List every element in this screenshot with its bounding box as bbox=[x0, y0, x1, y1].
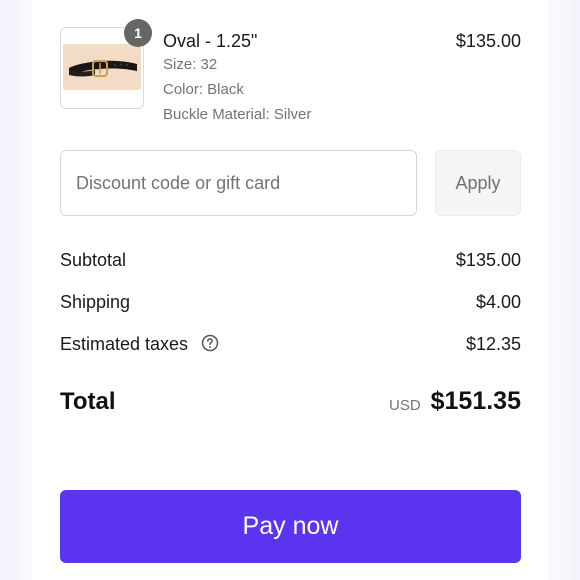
currency-code: USD bbox=[389, 397, 421, 414]
total-label: Total bbox=[60, 388, 116, 415]
estimated-taxes-label: Estimated taxes bbox=[60, 334, 189, 354]
subtotal-label: Subtotal bbox=[60, 250, 127, 270]
quantity-badge: 1 bbox=[124, 19, 152, 47]
estimated-taxes-value: $12.35 bbox=[465, 334, 521, 354]
shipping-label: Shipping bbox=[60, 292, 131, 312]
product-title: Oval - 1.25" bbox=[163, 31, 258, 51]
apply-discount-button[interactable]: Apply bbox=[435, 150, 521, 216]
product-price: $135.00 bbox=[455, 31, 521, 51]
pay-now-button[interactable]: Pay now bbox=[60, 490, 521, 563]
product-size: Size: 32 bbox=[163, 56, 218, 73]
total-value: $151.35 bbox=[430, 387, 521, 415]
discount-placeholder: Discount code or gift card bbox=[76, 173, 281, 193]
product-buckle-material: Buckle Material: Silver bbox=[163, 106, 312, 123]
belt-illustration bbox=[69, 60, 137, 77]
shipping-value: $4.00 bbox=[475, 292, 521, 312]
product-color: Color: Black bbox=[163, 81, 244, 98]
subtotal-value: $135.00 bbox=[455, 250, 521, 270]
belt-image bbox=[63, 44, 141, 90]
question-circle-icon[interactable] bbox=[201, 334, 219, 352]
